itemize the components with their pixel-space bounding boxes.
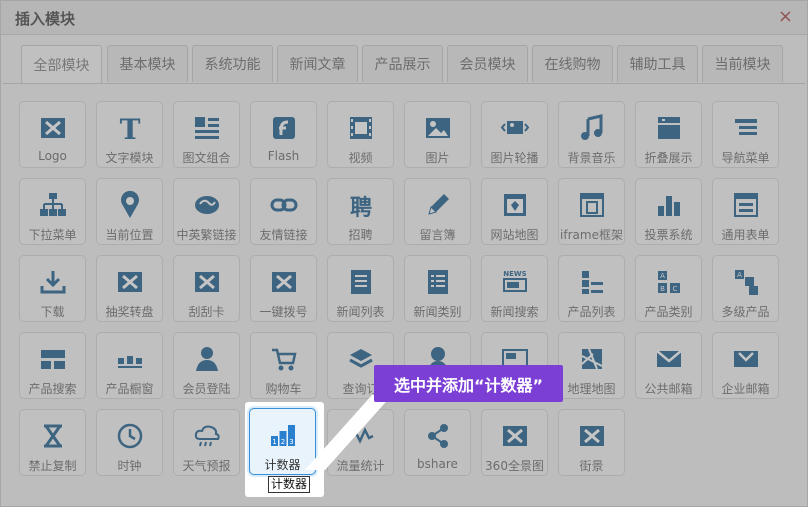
callout-pointer (305, 395, 392, 470)
instruction-callout: 选中并添加“计数器” (374, 365, 563, 402)
tooltip: 计数器 (268, 476, 311, 493)
